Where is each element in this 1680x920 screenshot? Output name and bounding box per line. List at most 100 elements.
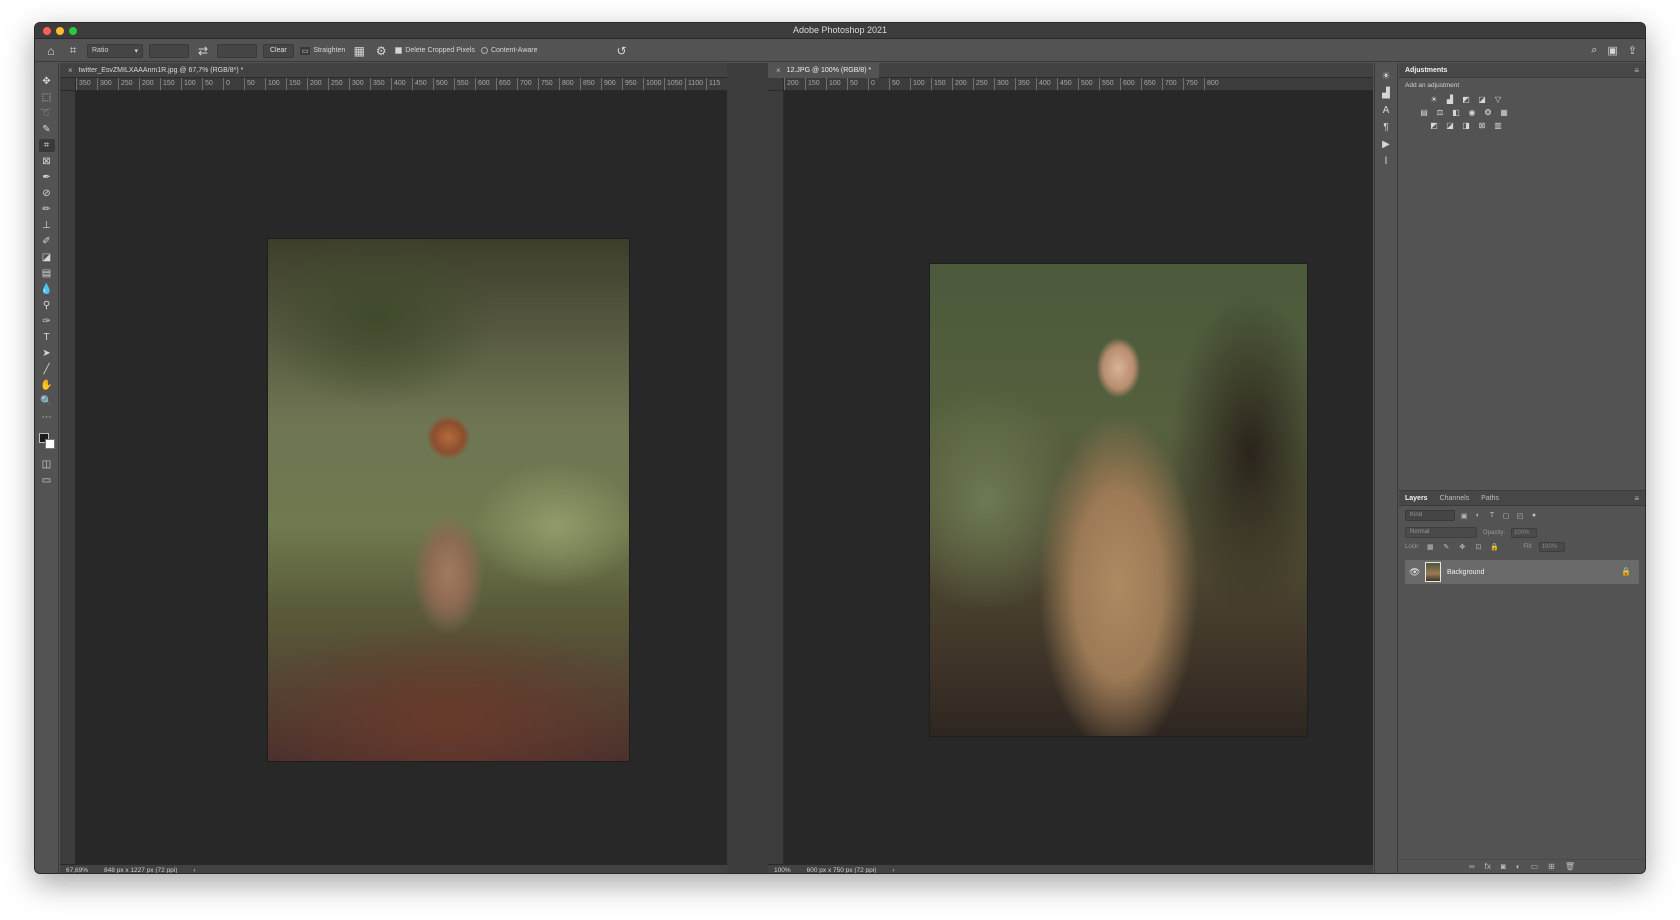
ruler-origin[interactable] — [768, 78, 784, 91]
play-actions-icon[interactable]: ▶ — [1378, 139, 1394, 150]
chevron-right-icon[interactable]: › — [193, 867, 195, 874]
close-tab-icon[interactable]: × — [68, 66, 73, 75]
chevron-right-icon[interactable]: › — [892, 867, 894, 874]
tab-layers[interactable]: Layers — [1405, 495, 1428, 502]
share-icon[interactable]: ⇪ — [1628, 44, 1637, 57]
ruler-origin[interactable] — [60, 78, 76, 91]
ratio-width-input[interactable] — [149, 43, 189, 58]
shape-filter-icon[interactable]: ▢ — [1501, 512, 1511, 520]
crop-tool-preset-icon[interactable]: ⌗ — [65, 43, 81, 58]
quick-selection-tool-icon[interactable]: ✎ — [39, 123, 55, 136]
more-tools-icon[interactable]: ⋯ — [39, 411, 55, 424]
link-layers-icon[interactable]: ∞ — [1469, 862, 1475, 871]
canvas-photo-woman-with-umbrella[interactable] — [268, 239, 629, 761]
selective-color-icon[interactable]: ⊠ — [1477, 121, 1487, 130]
delete-cropped-pixels-toggle[interactable]: Delete Cropped Pixels — [395, 47, 475, 54]
invert-icon[interactable]: ◩ — [1429, 121, 1439, 130]
tab-paths[interactable]: Paths — [1481, 495, 1499, 502]
layer-name[interactable]: Background — [1447, 569, 1484, 576]
vertical-ruler-2[interactable] — [768, 91, 784, 864]
histogram-icon[interactable]: ▟ — [1378, 88, 1394, 99]
add-mask-icon[interactable]: ◙ — [1501, 862, 1506, 871]
move-tool-icon[interactable]: ✥ — [39, 75, 55, 88]
quick-mask-icon[interactable]: ◫ — [39, 458, 55, 471]
type-tool-icon[interactable]: T — [39, 331, 55, 344]
channel-mixer-icon[interactable]: ❂ — [1483, 108, 1493, 117]
layer-kind-filter[interactable]: Kind — [1405, 510, 1455, 521]
color-swatches[interactable] — [38, 433, 55, 449]
clone-stamp-tool-icon[interactable]: ⊥ — [39, 219, 55, 232]
hand-tool-icon[interactable]: ✋ — [39, 379, 55, 392]
dodge-tool-icon[interactable]: ⚲ — [39, 299, 55, 312]
ratio-select[interactable]: Ratio ▾ — [87, 43, 143, 58]
exposure-icon[interactable]: ◪ — [1477, 95, 1487, 104]
delete-cropped-checkbox[interactable] — [395, 47, 403, 54]
settings-gear-icon[interactable]: ⚙ — [373, 44, 389, 58]
eraser-tool-icon[interactable]: ◪ — [39, 251, 55, 264]
history-brush-tool-icon[interactable]: ✐ — [39, 235, 55, 248]
threshold-icon[interactable]: ◨ — [1461, 121, 1471, 130]
home-icon[interactable]: ⌂ — [43, 44, 59, 58]
ratio-height-input[interactable] — [217, 43, 257, 58]
document-tab-1[interactable]: × twitter_EsvZMILXAAAnm1R.jpg @ 67,7% (R… — [60, 63, 251, 78]
layer-style-icon[interactable]: fx — [1485, 862, 1491, 871]
layer-lock-icon[interactable]: 🔒 — [1621, 567, 1631, 576]
straighten-button[interactable]: ▭ Straighten — [299, 46, 345, 55]
character-icon[interactable]: A — [1378, 105, 1394, 116]
zoom-level-2[interactable]: 100% — [774, 867, 791, 874]
line-tool-icon[interactable]: ╱ — [39, 363, 55, 376]
workspace-icon[interactable]: ▣ — [1607, 44, 1617, 57]
canvas-photo-woman-in-trench-coat[interactable] — [930, 264, 1307, 736]
zoom-tool-icon[interactable]: 🔍 — [39, 395, 55, 408]
marquee-tool-icon[interactable]: ⬚ — [39, 91, 55, 104]
levels-icon[interactable]: ▟ — [1445, 95, 1455, 104]
lock-position-icon[interactable]: ✥ — [1457, 543, 1467, 551]
content-aware-toggle[interactable]: Content-Aware — [480, 47, 538, 54]
brush-tool-icon[interactable]: ✏ — [39, 203, 55, 216]
zoom-level-1[interactable]: 67,69% — [66, 867, 88, 874]
paragraph-icon[interactable]: ¶ — [1378, 122, 1394, 133]
filter-toggle-icon[interactable]: ● — [1529, 512, 1539, 519]
background-color-swatch[interactable] — [44, 439, 55, 449]
brightness-icon[interactable]: ☀ — [1378, 71, 1394, 82]
adjustment-filter-icon[interactable]: ◐ — [1473, 512, 1483, 519]
path-selection-tool-icon[interactable]: ➤ — [39, 347, 55, 360]
pen-tool-icon[interactable]: ✑ — [39, 315, 55, 328]
healing-brush-tool-icon[interactable]: ⊘ — [39, 187, 55, 200]
fill-input[interactable]: 100% — [1538, 542, 1565, 552]
smart-object-filter-icon[interactable]: ◰ — [1515, 512, 1525, 520]
horizontal-ruler-1[interactable]: 350 300 250 200 150 100 50 0 50 100 150 200 250 300 35… — [76, 78, 727, 91]
tab-channels[interactable]: Channels — [1440, 495, 1470, 502]
vibrance-icon[interactable]: ▽ — [1493, 95, 1503, 104]
posterize-icon[interactable]: ◪ — [1445, 121, 1455, 130]
crop-tool-icon[interactable]: ⌗ — [38, 139, 55, 152]
gradient-map-icon[interactable]: ▥ — [1493, 121, 1503, 130]
layer-row-background[interactable]: 👁 Background 🔒 — [1405, 560, 1639, 584]
hue-saturation-icon[interactable]: ▤ — [1419, 108, 1429, 117]
panel-menu-icon[interactable]: ≡ — [1634, 66, 1639, 75]
eyedropper-tool-icon[interactable]: ✒ — [39, 171, 55, 184]
horizontal-ruler-2[interactable]: 200 150 100 50 0 50 100 150 200 250 300 350 400 450 50… — [784, 78, 1373, 91]
brightness-contrast-icon[interactable]: ☀ — [1429, 95, 1439, 104]
new-layer-icon[interactable]: ⊞ — [1548, 862, 1555, 871]
new-adjustment-layer-icon[interactable]: ◐ — [1516, 862, 1521, 871]
lock-transparent-icon[interactable]: ▦ — [1425, 543, 1435, 551]
lock-image-icon[interactable]: ✎ — [1441, 543, 1451, 551]
document-tab-2[interactable]: × 12.JPG @ 100% (RGB/8) * — [768, 62, 880, 78]
screen-mode-icon[interactable]: ▭ — [39, 474, 55, 487]
lasso-tool-icon[interactable]: ➰ — [39, 107, 55, 120]
gradient-tool-icon[interactable]: ▤ — [39, 267, 55, 280]
frame-tool-icon[interactable]: ⊠ — [39, 155, 55, 168]
blend-mode-select[interactable]: Normal — [1405, 527, 1477, 538]
glyphs-icon[interactable]: Ⅰ — [1378, 156, 1394, 167]
blur-tool-icon[interactable]: 💧 — [39, 283, 55, 296]
tab-adjustments[interactable]: Adjustments — [1405, 67, 1447, 74]
lock-artboard-icon[interactable]: ⊡ — [1473, 543, 1483, 551]
vertical-ruler-1[interactable] — [60, 91, 76, 864]
panel-menu-icon[interactable]: ≡ — [1634, 494, 1639, 503]
visibility-eye-icon[interactable]: 👁 — [1409, 567, 1420, 578]
reset-icon[interactable]: ↺ — [614, 44, 630, 58]
document-split-divider[interactable] — [727, 63, 768, 873]
overlay-options-icon[interactable]: ▦ — [351, 44, 367, 58]
delete-layer-icon[interactable]: 🗑 — [1565, 862, 1575, 871]
